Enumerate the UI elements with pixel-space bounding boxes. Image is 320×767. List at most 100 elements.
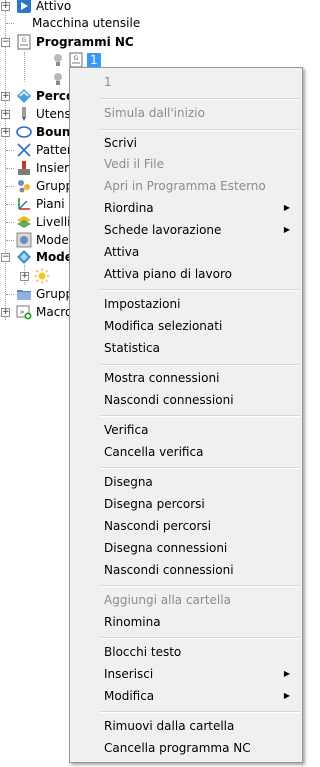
svg-text:>: > bbox=[19, 309, 24, 316]
menu-separator bbox=[100, 711, 300, 713]
pattern-icon bbox=[16, 142, 32, 158]
tree-node-models[interactable]: Model bbox=[0, 231, 72, 249]
menu-item-activate-workplane[interactable]: Attiva piano di lavoro bbox=[104, 264, 294, 284]
group-icon bbox=[16, 178, 32, 194]
feature-set-icon bbox=[16, 160, 32, 176]
menu-item-settings[interactable]: Impostazioni bbox=[104, 294, 294, 314]
menu-separator bbox=[100, 364, 300, 366]
menu-item-edit[interactable]: Modifica ▶ bbox=[104, 686, 294, 706]
tree-node-macros[interactable]: + > Macro bbox=[0, 303, 72, 321]
menu-item-setup-sheets[interactable]: Schede lavorazione ▶ bbox=[104, 220, 294, 240]
menu-item-delete-nc-program[interactable]: Cancella programma NC bbox=[104, 738, 294, 758]
tree-node-nc-programs[interactable]: − G Programmi NC bbox=[0, 33, 134, 51]
tool-icon bbox=[16, 106, 32, 122]
tree-node-tools[interactable]: + Utensi bbox=[0, 105, 74, 123]
menu-item-draw-toolpaths[interactable]: Disegna percorsi bbox=[104, 494, 294, 514]
menu-item-show-links[interactable]: Mostra connessioni bbox=[104, 368, 294, 388]
tree-node-program-2[interactable] bbox=[0, 70, 66, 88]
expand-icon[interactable]: + bbox=[20, 272, 29, 281]
tree-node-boundaries[interactable]: + Bound bbox=[0, 123, 79, 141]
menu-item-draw[interactable]: Disegna bbox=[104, 472, 294, 492]
menu-item-activate[interactable]: Attiva bbox=[104, 242, 294, 262]
submenu-arrow-icon: ▶ bbox=[283, 225, 290, 234]
boundary-icon bbox=[16, 124, 32, 140]
menu-separator bbox=[100, 98, 300, 100]
menu-item-clear-verify[interactable]: Cancella verifica bbox=[104, 442, 294, 462]
sun-icon bbox=[34, 268, 50, 284]
tree-node-label: Attivo bbox=[36, 0, 72, 13]
lightbulb-icon bbox=[50, 71, 66, 87]
menu-item-hide-links[interactable]: Nascondi connessioni bbox=[104, 390, 294, 410]
tree-node-label: Livelli bbox=[36, 215, 71, 229]
menu-item-hide-toolpaths[interactable]: Nascondi percorsi bbox=[104, 516, 294, 536]
menu-item-label: Riordina bbox=[104, 201, 154, 215]
tree-node-toolpaths[interactable]: + Perco bbox=[0, 87, 74, 105]
menu-item-verify[interactable]: Verifica bbox=[104, 420, 294, 440]
tree-node-model-item[interactable]: + bbox=[0, 267, 50, 285]
menu-item-edit-selected[interactable]: Modifica selezionati bbox=[104, 316, 294, 336]
tree-node-label: Model bbox=[36, 233, 73, 247]
menu-item-reorder[interactable]: Riordina ▶ bbox=[104, 198, 294, 218]
selected-program-label[interactable]: 1 bbox=[87, 53, 101, 67]
menu-item-remove-from-folder[interactable]: Rimuovi dalla cartella bbox=[104, 716, 294, 736]
model-icon bbox=[16, 232, 32, 248]
nc-program-icon: G bbox=[68, 52, 84, 68]
expand-icon[interactable]: + bbox=[1, 110, 10, 119]
menu-separator bbox=[100, 585, 300, 587]
svg-text:G: G bbox=[74, 55, 79, 62]
tree-node-label: Grupp bbox=[36, 179, 74, 193]
menu-separator bbox=[100, 467, 300, 469]
expand-icon[interactable]: + bbox=[1, 2, 10, 11]
tree-node-label: Grupp bbox=[36, 287, 74, 301]
toolpath-icon bbox=[16, 88, 32, 104]
tree-node-label: Mode bbox=[36, 250, 73, 264]
tree-node-levels[interactable]: Livelli bbox=[0, 213, 71, 231]
tree-node-groups[interactable]: Grupp bbox=[0, 177, 73, 195]
submenu-arrow-icon: ▶ bbox=[283, 691, 290, 700]
tree-node-feature-sets[interactable]: Insiem bbox=[0, 159, 76, 177]
tree-node-group-folder[interactable]: Grupp bbox=[0, 285, 73, 303]
menu-item-statistics[interactable]: Statistica bbox=[104, 338, 294, 358]
menu-item-simulate[interactable]: Simula dall'inizio bbox=[104, 103, 294, 123]
menu-header: 1 bbox=[104, 75, 112, 89]
tree-node-workplanes[interactable]: Piani d bbox=[0, 195, 76, 213]
menu-item-draw-links[interactable]: Disegna connessioni bbox=[104, 538, 294, 558]
menu-item-rename[interactable]: Rinomina bbox=[104, 612, 294, 632]
menu-item-open-external[interactable]: Apri in Programma Esterno bbox=[104, 176, 294, 196]
tree-node-attivo[interactable]: + Attivo bbox=[0, 0, 71, 15]
play-icon bbox=[16, 0, 32, 14]
menu-item-label: Inserisci bbox=[104, 667, 154, 681]
menu-separator bbox=[100, 415, 300, 417]
lightbulb-icon bbox=[50, 52, 66, 68]
menu-separator bbox=[100, 289, 300, 291]
tree-node-active-model[interactable]: − Mode bbox=[0, 248, 73, 266]
tree-node-machine-tool[interactable]: Macchina utensile bbox=[0, 14, 140, 32]
menu-item-label: Schede lavorazione bbox=[104, 223, 222, 237]
levels-icon bbox=[16, 214, 32, 230]
menu-item-view-file[interactable]: Vedi il File bbox=[104, 154, 294, 174]
context-menu: 1 Simula dall'inizio Scrivi Vedi il File… bbox=[69, 67, 303, 763]
tree-node-label: Programmi NC bbox=[36, 35, 134, 49]
menu-item-hide-links-2[interactable]: Nascondi connessioni bbox=[104, 560, 294, 580]
submenu-arrow-icon: ▶ bbox=[283, 203, 290, 212]
model-icon bbox=[16, 249, 32, 265]
tree-node-label: Macro bbox=[36, 305, 73, 319]
menu-item-write[interactable]: Scrivi bbox=[104, 133, 294, 153]
tree-node-label: Macchina utensile bbox=[32, 16, 141, 30]
workplane-icon bbox=[16, 196, 32, 212]
menu-item-insert[interactable]: Inserisci ▶ bbox=[104, 664, 294, 684]
nc-program-icon: G bbox=[16, 34, 32, 50]
expand-icon[interactable]: + bbox=[1, 308, 10, 317]
macro-icon: > bbox=[16, 304, 32, 320]
menu-item-add-to-folder[interactable]: Aggiungi alla cartella bbox=[104, 590, 294, 610]
collapse-icon[interactable]: − bbox=[1, 38, 10, 47]
expand-icon[interactable]: + bbox=[1, 92, 10, 101]
tree-node-patterns[interactable]: Pattern bbox=[0, 141, 79, 159]
menu-separator bbox=[100, 129, 300, 131]
collapse-icon[interactable]: − bbox=[1, 253, 10, 262]
submenu-arrow-icon: ▶ bbox=[283, 669, 290, 678]
menu-item-text-blocks[interactable]: Blocchi testo bbox=[104, 642, 294, 662]
expand-icon[interactable]: + bbox=[1, 128, 10, 137]
menu-item-label: Modifica bbox=[104, 689, 155, 703]
svg-text:G: G bbox=[22, 37, 27, 44]
